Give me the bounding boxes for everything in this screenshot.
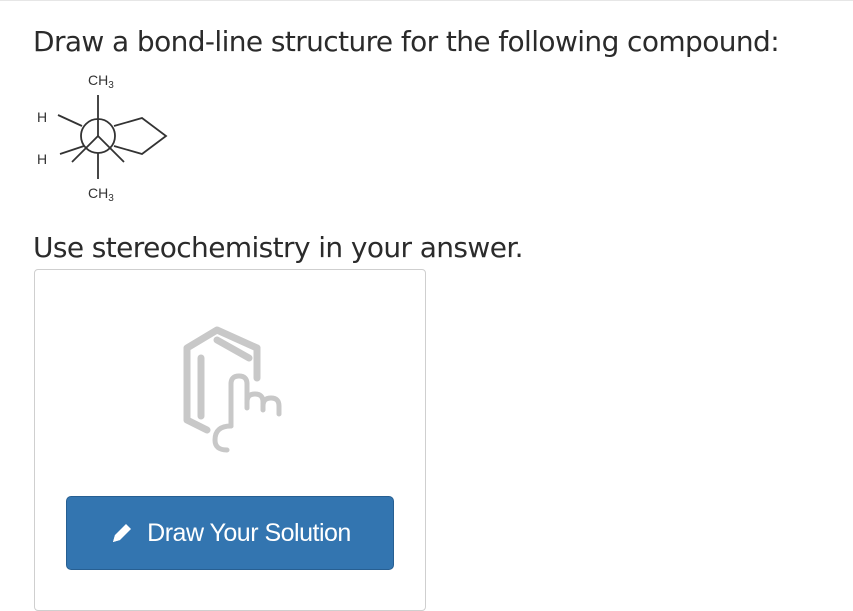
draw-your-solution-label: Draw Your Solution — [147, 518, 351, 547]
ch3-bottom-label: CH3 — [88, 185, 114, 204]
h-lower-label: H — [37, 151, 48, 167]
pencil-icon — [109, 520, 135, 546]
draw-your-solution-button[interactable]: Draw Your Solution — [66, 496, 394, 570]
top-divider — [0, 0, 853, 1]
draw-structure-icon — [169, 318, 299, 458]
h-upper-label: H — [37, 109, 48, 125]
instruction-text: Use stereochemistry in your answer. — [33, 231, 524, 264]
draw-structure-graphic — [183, 326, 282, 453]
newman-projection: CH3 H H CH3 — [28, 66, 178, 206]
ch3-top-label: CH3 — [88, 72, 114, 91]
answer-panel: Draw Your Solution — [34, 269, 426, 611]
question-text: Draw a bond-line structure for the follo… — [33, 25, 780, 58]
